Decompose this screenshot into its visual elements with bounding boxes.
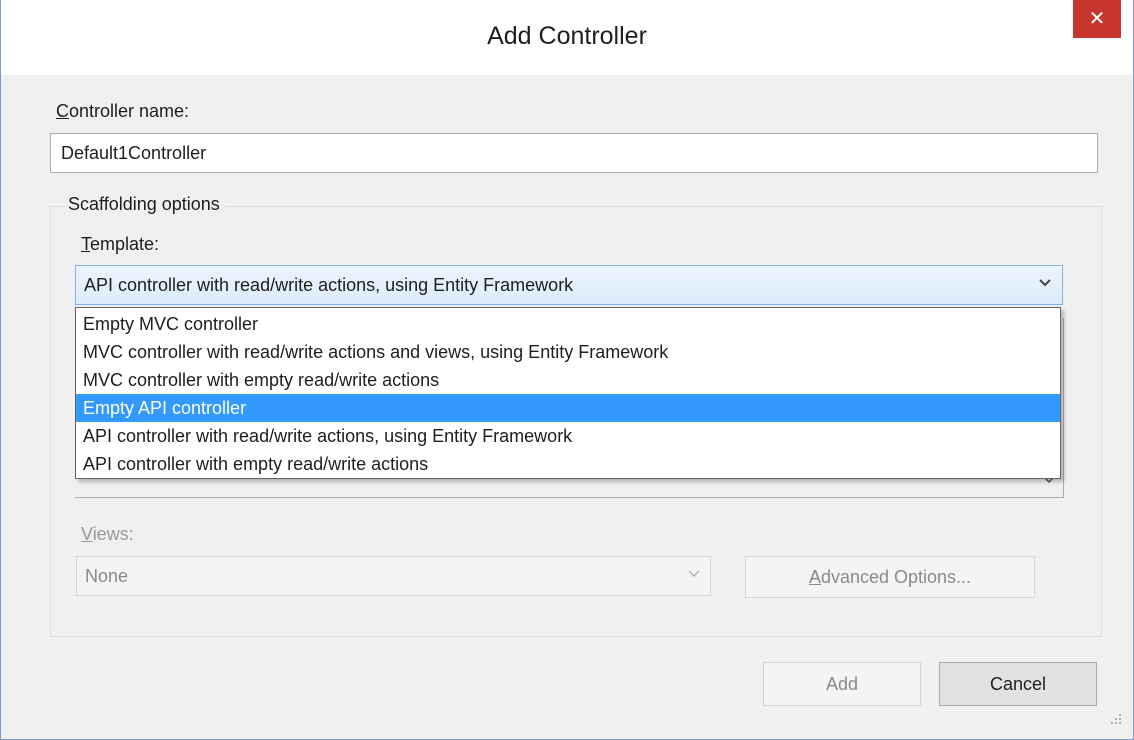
controller-name-label: Controller name: [56, 101, 190, 121]
views-label: Views: [81, 524, 134, 544]
chevron-down-icon [1038, 274, 1052, 294]
template-option[interactable]: MVC controller with empty read/write act… [76, 366, 1060, 394]
dialog-title: Add Controller [487, 22, 647, 50]
hidden-combo-edge [1061, 318, 1064, 498]
template-select[interactable]: API controller with read/write actions, … [75, 265, 1063, 305]
views-selected-value: None [85, 566, 129, 586]
template-dropdown-list: Empty MVC controller MVC controller with… [75, 307, 1061, 479]
close-button[interactable]: ✕ [1073, 0, 1121, 38]
controller-name-input[interactable]: Default1Controller [50, 133, 1098, 173]
template-selected-value: API controller with read/write actions, … [84, 275, 574, 295]
resize-grip-icon[interactable] [1109, 712, 1125, 728]
template-option[interactable]: API controller with empty read/write act… [76, 450, 1060, 478]
close-icon: ✕ [1088, 8, 1106, 30]
advanced-options-button[interactable]: Advanced Options... [745, 556, 1035, 598]
views-select[interactable]: None [76, 556, 711, 596]
hidden-combo-bottom [75, 497, 1063, 498]
title-bar: Add Controller ✕ [1, 0, 1133, 75]
cancel-button[interactable]: Cancel [939, 662, 1097, 706]
scaffolding-options-legend: Scaffolding options [63, 194, 225, 215]
template-label: Template: [81, 234, 160, 254]
template-option-highlighted[interactable]: Empty API controller [76, 394, 1060, 422]
template-option[interactable]: MVC controller with read/write actions a… [76, 338, 1060, 366]
add-button[interactable]: Add [763, 662, 921, 706]
add-controller-dialog: Add Controller ✕ Controller name: Defaul… [0, 0, 1134, 740]
chevron-down-icon [688, 565, 700, 585]
template-option[interactable]: Empty MVC controller [76, 310, 1060, 338]
template-option[interactable]: API controller with read/write actions, … [76, 422, 1060, 450]
